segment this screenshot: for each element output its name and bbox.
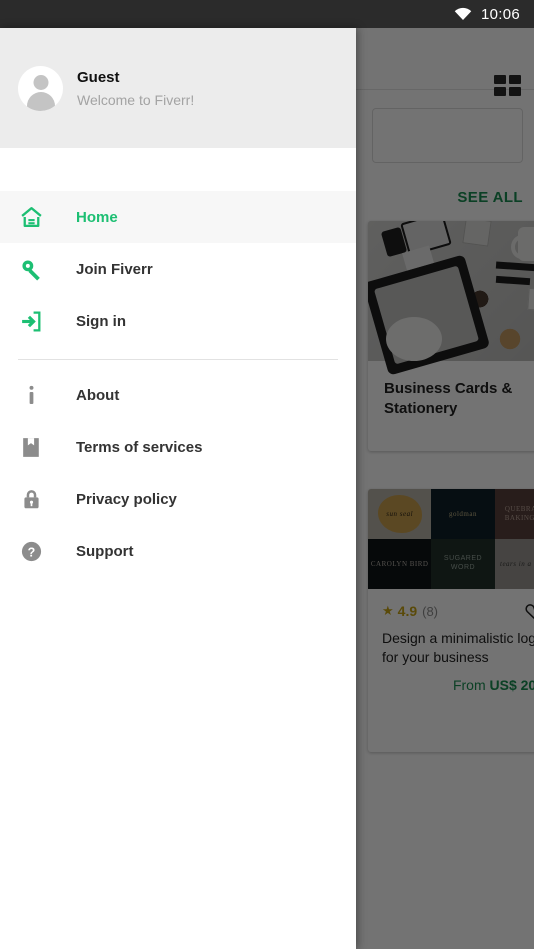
key-icon	[18, 256, 44, 282]
home-icon	[18, 204, 44, 230]
sidebar-item-label: Support	[76, 542, 134, 560]
status-bar: 10:06	[0, 0, 534, 28]
sidebar-item-label: Privacy policy	[76, 490, 177, 508]
avatar-person-icon	[18, 65, 63, 111]
sidebar-item-join-fiverr[interactable]: Join Fiverr	[0, 243, 356, 295]
sidebar-item-about[interactable]: About	[0, 369, 356, 421]
avatar-body	[26, 91, 55, 111]
user-name: Guest	[77, 68, 120, 86]
sidebar-item-terms-of-services[interactable]: Terms of services	[0, 421, 356, 473]
info-icon	[18, 382, 44, 408]
sidebar-item-label: Join Fiverr	[76, 260, 153, 278]
drawer-header-text: Guest Welcome to Fiverr!	[77, 69, 194, 108]
navigation-drawer: Guest Welcome to Fiverr! Home Join Fiver…	[0, 28, 356, 949]
status-bar-clock: 10:06	[480, 5, 520, 23]
avatar-head	[33, 74, 48, 90]
user-subtitle: Welcome to Fiverr!	[77, 91, 195, 108]
sidebar-item-label: Sign in	[76, 312, 126, 330]
svg-text:?: ?	[27, 545, 35, 559]
sidebar-item-label: Home	[76, 208, 118, 226]
book-icon	[18, 434, 44, 460]
wifi-icon	[454, 7, 472, 21]
drawer-divider	[18, 359, 338, 360]
sidebar-item-label: Terms of services	[76, 438, 203, 456]
help-circle-icon: ?	[18, 538, 44, 564]
login-icon	[18, 308, 44, 334]
drawer-header[interactable]: Guest Welcome to Fiverr!	[0, 28, 356, 148]
sidebar-item-label: About	[76, 386, 120, 404]
sidebar-item-support[interactable]: ? Support	[0, 525, 356, 577]
sidebar-item-privacy-policy[interactable]: Privacy policy	[0, 473, 356, 525]
sidebar-item-sign-in[interactable]: Sign in	[0, 295, 356, 347]
sidebar-item-home[interactable]: Home	[0, 191, 356, 243]
lock-icon	[18, 486, 44, 512]
